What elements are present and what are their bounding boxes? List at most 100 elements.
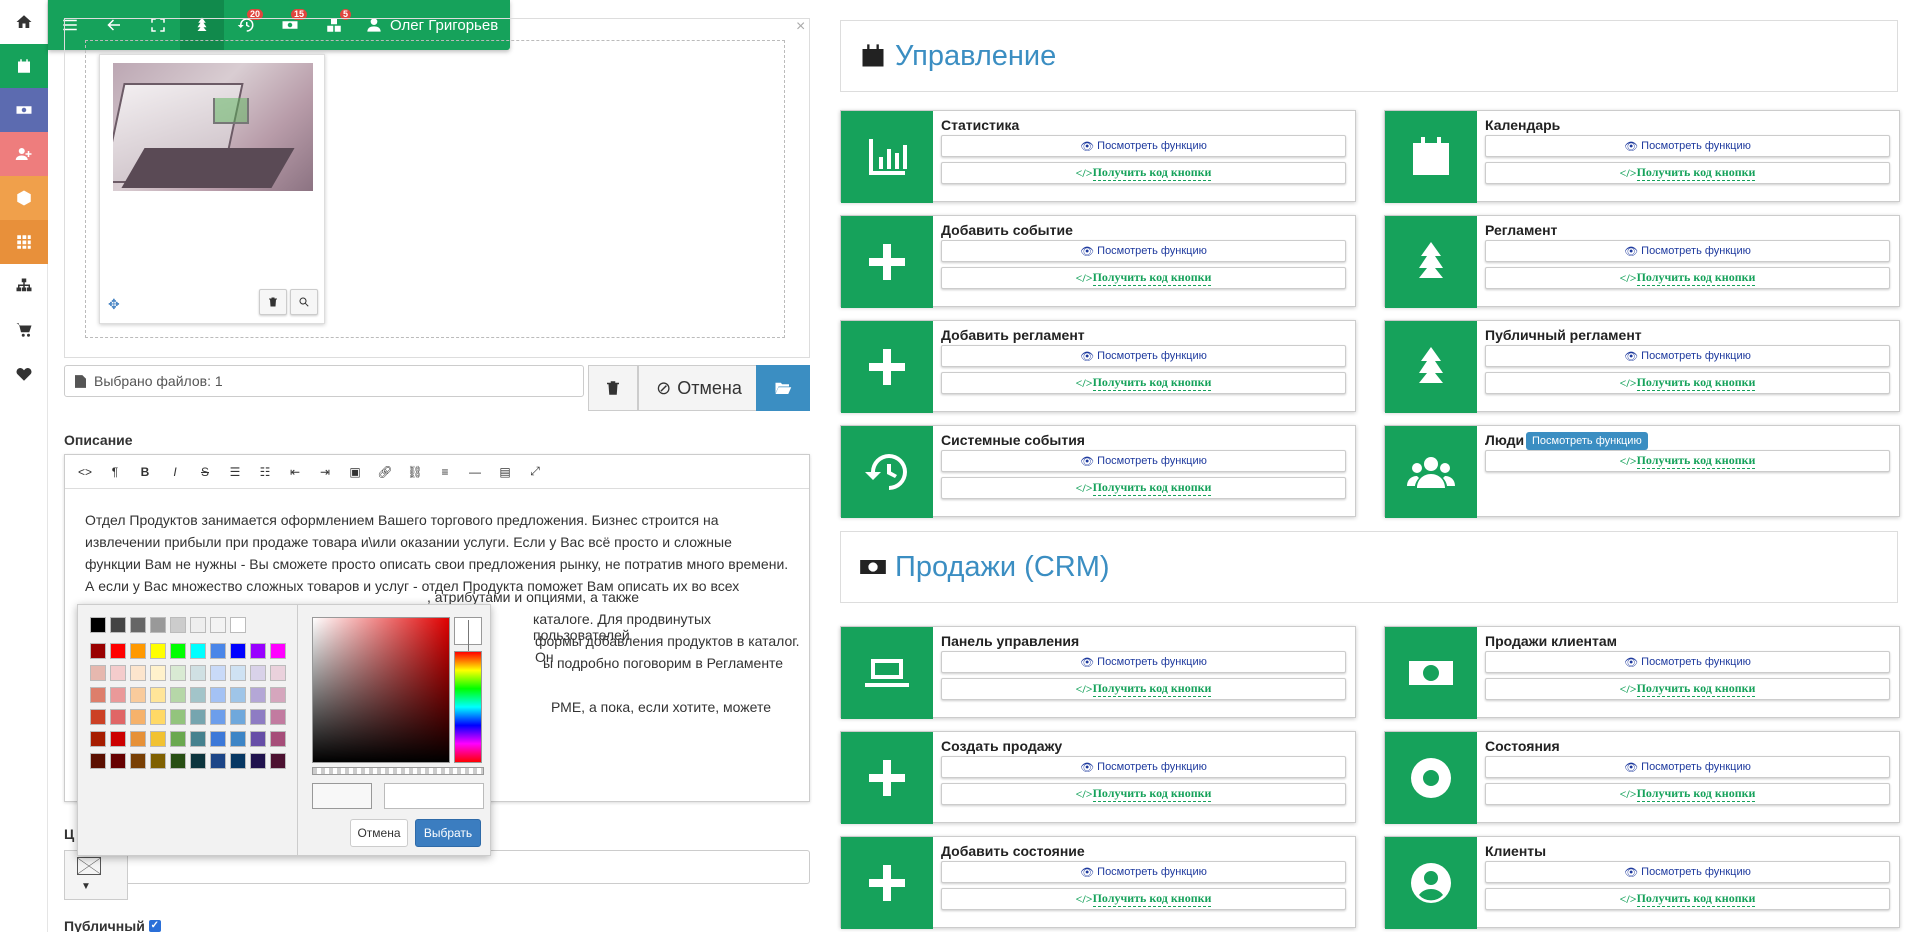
color-swatch-toggle[interactable]: ▼ [64,850,128,900]
view-function-button[interactable]: 👁︎ Посмотреть функцию [1485,240,1890,262]
unlink-icon[interactable]: ⛓︎ [401,459,429,485]
color-hex-input[interactable] [384,783,484,809]
color-swatch[interactable] [90,617,106,633]
horizontal-rule-icon[interactable]: — [461,459,489,485]
color-swatch[interactable] [150,709,166,725]
color-swatch[interactable] [250,709,266,725]
view-function-button[interactable]: 👁︎ Посмотреть функцию [1485,135,1890,157]
color-swatch[interactable] [210,687,226,703]
heartbeat-icon[interactable] [0,352,48,396]
color-swatch[interactable] [190,709,206,725]
color-swatch[interactable] [210,617,226,633]
color-swatch[interactable] [210,643,226,659]
color-swatch[interactable] [270,753,286,769]
indent-icon[interactable]: ⇥ [311,459,339,485]
bold-icon[interactable]: B [131,459,159,485]
color-swatch[interactable] [230,687,246,703]
remove-files-button[interactable] [588,365,638,411]
picker-choose-button[interactable]: Выбрать [415,819,481,847]
color-swatch[interactable] [190,665,206,681]
paragraph-icon[interactable]: ¶ [101,459,129,485]
color-swatch[interactable] [150,687,166,703]
color-swatch[interactable] [230,617,246,633]
get-code-button[interactable]: </> Получить код кнопки [941,267,1346,289]
expand-icon[interactable]: ⤢ [521,459,549,485]
view-function-button[interactable]: 👁︎ Посмотреть функцию [941,756,1346,778]
cancel-upload-button[interactable]: ⊘ Отмена [638,365,760,411]
view-function-button[interactable]: 👁︎ Посмотреть функцию [941,240,1346,262]
color-swatch[interactable] [230,665,246,681]
view-function-button[interactable]: 👁︎ Посмотреть функцию [1485,756,1890,778]
color-swatch[interactable] [110,731,126,747]
color-swatch[interactable] [170,709,186,725]
picker-cancel-button[interactable]: Отмена [350,819,408,847]
color-swatch[interactable] [210,665,226,681]
add-user-icon[interactable] [0,132,48,176]
color-swatch[interactable] [250,643,266,659]
color-swatch[interactable] [270,643,286,659]
view-function-button[interactable]: 👁︎ Посмотреть функцию [941,651,1346,673]
color-swatch[interactable] [170,617,186,633]
color-swatch[interactable] [230,709,246,725]
color-swatch[interactable] [130,617,146,633]
color-swatch[interactable] [90,731,106,747]
color-swatch[interactable] [110,643,126,659]
grid-icon[interactable] [0,220,48,264]
color-swatch[interactable] [150,731,166,747]
color-swatch[interactable] [170,665,186,681]
public-checkbox[interactable]: ✓ [148,920,161,932]
bullet-list-icon[interactable]: ☰ [221,459,249,485]
browse-button[interactable] [756,365,810,411]
color-swatch[interactable] [190,617,206,633]
color-swatch[interactable] [90,643,106,659]
view-function-button[interactable]: 👁︎ Посмотреть функцию [941,450,1346,472]
money-icon[interactable] [0,88,48,132]
view-function-button[interactable]: 👁︎ Посмотреть функцию [941,345,1346,367]
get-code-button[interactable]: </> Получить код кнопки [1485,888,1890,910]
get-code-button[interactable]: </> Получить код кнопки [1485,372,1890,394]
color-swatch[interactable] [210,753,226,769]
color-swatch[interactable] [130,731,146,747]
color-swatch[interactable] [190,687,206,703]
color-swatch[interactable] [250,731,266,747]
color-swatch[interactable] [150,753,166,769]
color-swatch[interactable] [170,753,186,769]
cart-icon[interactable] [0,308,48,352]
get-code-button[interactable]: </> Получить код кнопки [941,678,1346,700]
view-function-button[interactable]: 👁︎ Посмотреть функцию [941,135,1346,157]
move-icon[interactable]: ✥ [108,296,120,313]
outdent-icon[interactable]: ⇤ [281,459,309,485]
color-swatch[interactable] [90,753,106,769]
get-code-button[interactable]: </> Получить код кнопки [941,372,1346,394]
color-swatch[interactable] [130,687,146,703]
color-swatch[interactable] [250,687,266,703]
color-swatch[interactable] [270,665,286,681]
color-swatch[interactable] [130,709,146,725]
color-swatch[interactable] [130,643,146,659]
color-swatch[interactable] [90,709,106,725]
get-code-button[interactable]: </> Получить код кнопки [1485,450,1890,472]
get-code-button[interactable]: </> Получить код кнопки [941,477,1346,499]
color-swatch[interactable] [170,731,186,747]
clear-color-icon[interactable] [454,617,482,656]
color-swatch[interactable] [190,753,206,769]
color-swatch[interactable] [210,709,226,725]
saturation-area[interactable] [312,617,450,763]
home-icon[interactable] [0,0,48,44]
color-swatch[interactable] [110,687,126,703]
color-swatch[interactable] [190,731,206,747]
align-icon[interactable]: ≡ [431,459,459,485]
color-swatch[interactable] [210,731,226,747]
color-swatch[interactable] [190,643,206,659]
color-swatch[interactable] [230,753,246,769]
get-code-button[interactable]: </> Получить код кнопки [1485,678,1890,700]
color-swatch[interactable] [230,731,246,747]
color-swatch[interactable] [170,643,186,659]
calendar-icon[interactable] [0,44,48,88]
close-icon[interactable]: × [796,18,805,36]
view-function-button[interactable]: 👁︎ Посмотреть функцию [1485,345,1890,367]
color-swatch[interactable] [170,687,186,703]
get-code-button[interactable]: </> Получить код кнопки [941,162,1346,184]
color-swatch[interactable] [110,665,126,681]
image-icon[interactable]: ▣ [341,459,369,485]
